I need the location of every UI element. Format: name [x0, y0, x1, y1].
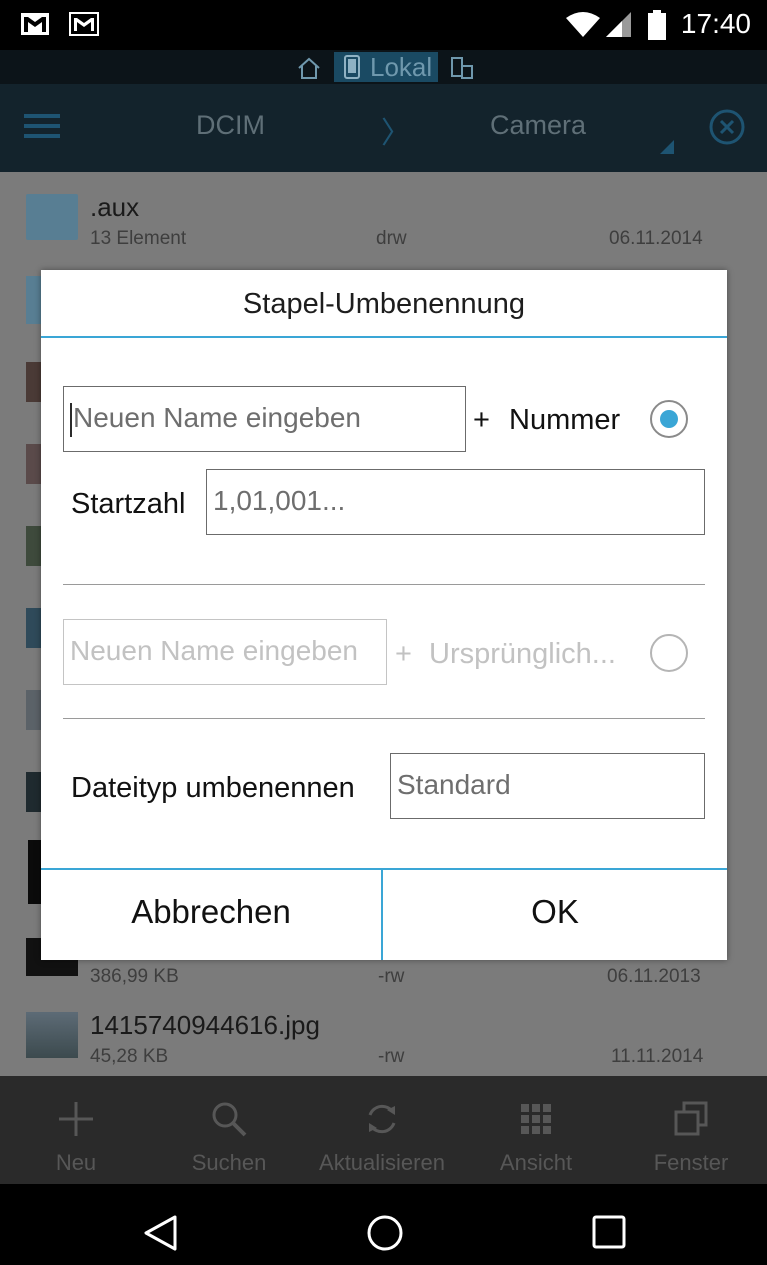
- plus-icon: [59, 1102, 93, 1136]
- gmail-icon: [69, 12, 99, 36]
- new-name-original-input[interactable]: Neuen Name eingeben: [63, 619, 387, 685]
- system-nav-bar: [0, 1184, 767, 1265]
- windows-icon: [674, 1101, 708, 1136]
- image-thumbnail: [26, 444, 42, 484]
- refresh-icon: [368, 1104, 396, 1134]
- grid-icon: [521, 1104, 551, 1134]
- image-thumbnail: [28, 840, 42, 904]
- image-thumbnail: [26, 1012, 78, 1058]
- original-label: Ursprünglich...: [429, 638, 616, 670]
- clock: 17:40: [680, 8, 751, 39]
- plus-sign: +: [395, 638, 412, 670]
- ok-button[interactable]: OK: [384, 870, 726, 960]
- file-permissions: -rw: [378, 966, 405, 987]
- menu-icon[interactable]: [24, 112, 60, 140]
- home-icon[interactable]: [296, 56, 322, 80]
- refresh-label: Aktualisieren: [319, 1150, 445, 1175]
- bottom-action-bar: Neu Suchen Aktualisieren Ansicht Fenster: [0, 1076, 767, 1184]
- filetype-input[interactable]: Standard: [390, 753, 705, 819]
- recents-icon[interactable]: [592, 1215, 626, 1249]
- file-size: 386,99 KB: [90, 966, 179, 987]
- image-thumbnail: [26, 526, 42, 566]
- path-toolbar: DCIM 〉 Camera: [0, 84, 767, 172]
- location-bar: Lokal: [0, 50, 767, 84]
- start-number-input[interactable]: 1,01,001...: [206, 469, 705, 535]
- file-name: 1415740944616.jpg: [90, 1010, 320, 1040]
- network-icon[interactable]: [450, 56, 474, 80]
- search-icon: [212, 1102, 247, 1137]
- list-item[interactable]: .aux 13 Element drw 06.11.2014: [0, 188, 767, 270]
- search-label: Suchen: [191, 1150, 267, 1175]
- start-number-placeholder: 1,01,001...: [213, 485, 346, 516]
- filetype-label: Dateityp umbenennen: [71, 772, 355, 804]
- file-size: 13 Element: [90, 228, 187, 249]
- breadcrumb-dcim[interactable]: DCIM: [196, 110, 265, 141]
- file-date: 11.11.2014: [611, 1046, 704, 1067]
- file-date: 06.11.2014: [609, 228, 703, 249]
- file-name: .aux: [90, 192, 140, 222]
- image-thumbnail: [26, 362, 42, 402]
- number-label: Nummer: [509, 404, 621, 436]
- start-number-label: Startzahl: [71, 488, 186, 520]
- batch-rename-dialog: Stapel-Umbenennung Neuen Name eingeben +…: [41, 270, 727, 960]
- location-local-tab[interactable]: Lokal: [334, 52, 439, 82]
- view-label: Ansicht: [499, 1150, 573, 1175]
- battery-icon: [648, 10, 666, 40]
- breadcrumb-separator: 〉: [381, 117, 411, 150]
- close-icon[interactable]: [708, 108, 746, 146]
- image-thumbnail: [26, 690, 42, 730]
- dialog-button-row: Abbrechen OK: [41, 868, 727, 960]
- filetype-placeholder: Standard: [397, 769, 511, 800]
- divider: [63, 718, 705, 719]
- file-size: 45,28 KB: [90, 1046, 169, 1067]
- gmail-icon: [21, 13, 49, 35]
- folder-icon: [26, 194, 78, 240]
- number-radio[interactable]: [650, 400, 688, 438]
- dialog-title: Stapel-Umbenennung: [41, 270, 727, 338]
- text-cursor: [70, 402, 72, 437]
- refresh-button[interactable]: Aktualisieren: [306, 1076, 458, 1184]
- image-thumbnail: [26, 772, 42, 812]
- search-button[interactable]: Suchen: [169, 1076, 289, 1184]
- new-name-input[interactable]: Neuen Name eingeben: [63, 386, 466, 452]
- home-circle-icon[interactable]: [366, 1214, 404, 1252]
- image-thumbnail: [26, 608, 42, 648]
- file-permissions: drw: [376, 228, 407, 249]
- new-name-original-placeholder: Neuen Name eingeben: [70, 635, 358, 666]
- original-radio[interactable]: [650, 634, 688, 672]
- location-label: Lokal: [370, 52, 433, 82]
- new-button[interactable]: Neu: [16, 1076, 136, 1184]
- signal-icon: [606, 12, 631, 37]
- divider: [63, 584, 705, 585]
- windows-label: Fenster: [653, 1150, 729, 1175]
- file-permissions: -rw: [378, 1046, 405, 1067]
- plus-sign: +: [473, 404, 490, 436]
- folder-icon: [26, 276, 42, 324]
- windows-button[interactable]: Fenster: [631, 1076, 751, 1184]
- file-date: 06.11.2013: [607, 966, 701, 987]
- phone-icon: [344, 55, 360, 79]
- new-label: Neu: [55, 1150, 97, 1175]
- view-button[interactable]: Ansicht: [476, 1076, 596, 1184]
- dropdown-corner-icon[interactable]: [660, 140, 674, 154]
- wifi-icon: [566, 12, 600, 37]
- cancel-button[interactable]: Abbrechen: [41, 870, 383, 960]
- new-name-placeholder: Neuen Name eingeben: [73, 402, 361, 433]
- back-icon[interactable]: [142, 1214, 178, 1252]
- breadcrumb-camera[interactable]: Camera: [490, 110, 586, 141]
- status-bar: 17:40: [0, 0, 767, 50]
